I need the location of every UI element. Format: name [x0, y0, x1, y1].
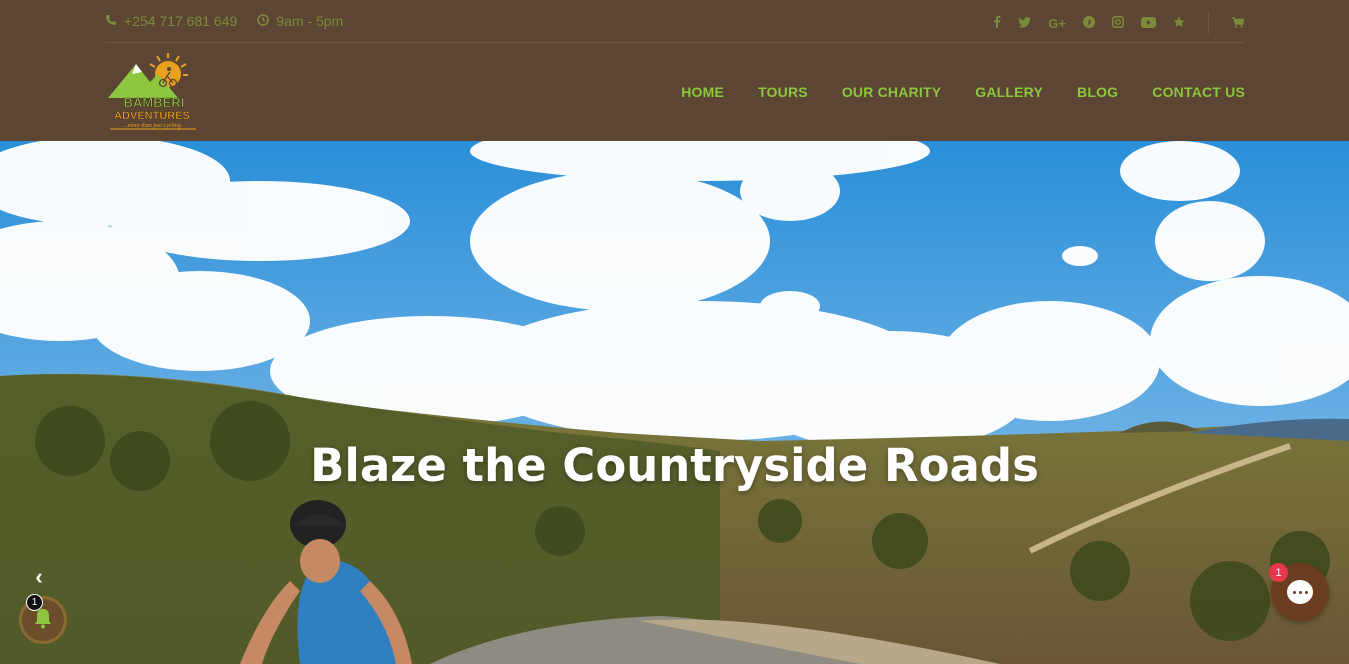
main-header: BAMBERI ADVENTURES ...more than just cyc… — [0, 44, 1349, 141]
site-logo[interactable]: BAMBERI ADVENTURES ...more than just cyc… — [106, 52, 202, 132]
nav-blog[interactable]: BLOG — [1077, 84, 1118, 100]
logo-tagline: ...more than just cycling — [123, 123, 181, 129]
pinterest-icon[interactable] — [1083, 15, 1095, 31]
nav-our-charity[interactable]: OUR CHARITY — [842, 84, 941, 100]
nav-tours[interactable]: TOURS — [758, 84, 808, 100]
hero-headline: Blaze the Countryside Roads — [310, 439, 1039, 492]
nav-home[interactable]: HOME — [681, 84, 724, 100]
chat-badge: 1 — [1269, 563, 1288, 582]
logo-line2: ADVENTURES — [114, 110, 190, 122]
logo-line1: BAMBERI — [124, 95, 185, 110]
top-bar: +254 717 681 649 9am - 5pm G+ — [0, 0, 1349, 44]
hero-image — [0, 141, 1349, 664]
social-links: G+ — [993, 12, 1245, 34]
social-separator — [1208, 12, 1209, 34]
opening-hours: 9am - 5pm — [276, 13, 344, 29]
facebook-icon[interactable] — [993, 15, 1001, 31]
nav-gallery[interactable]: GALLERY — [975, 84, 1043, 100]
clock-icon — [257, 13, 270, 29]
bell-badge: 1 — [26, 594, 43, 611]
youtube-icon[interactable] — [1141, 16, 1156, 31]
phone-icon — [105, 14, 117, 29]
google-plus-icon[interactable]: G+ — [1048, 16, 1066, 31]
phone-number[interactable]: +254 717 681 649 — [124, 13, 237, 29]
contact-info: +254 717 681 649 9am - 5pm — [105, 13, 343, 29]
hero-slider: Blaze the Countryside Roads ‹ — [0, 141, 1349, 664]
star-icon[interactable] — [1173, 16, 1185, 31]
main-nav: HOME TOURS OUR CHARITY GALLERY BLOG CONT… — [681, 84, 1245, 100]
top-bar-inner: +254 717 681 649 9am - 5pm G+ — [105, 0, 1245, 43]
twitter-icon[interactable] — [1018, 16, 1032, 31]
chat-icon — [1287, 580, 1313, 604]
slider-prev-icon[interactable]: ‹ — [27, 564, 51, 589]
phone-item[interactable]: +254 717 681 649 — [105, 13, 237, 29]
nav-contact-us[interactable]: CONTACT US — [1152, 84, 1245, 100]
instagram-icon[interactable] — [1112, 15, 1124, 31]
cart-icon[interactable] — [1232, 16, 1245, 31]
hours-item: 9am - 5pm — [257, 13, 343, 29]
